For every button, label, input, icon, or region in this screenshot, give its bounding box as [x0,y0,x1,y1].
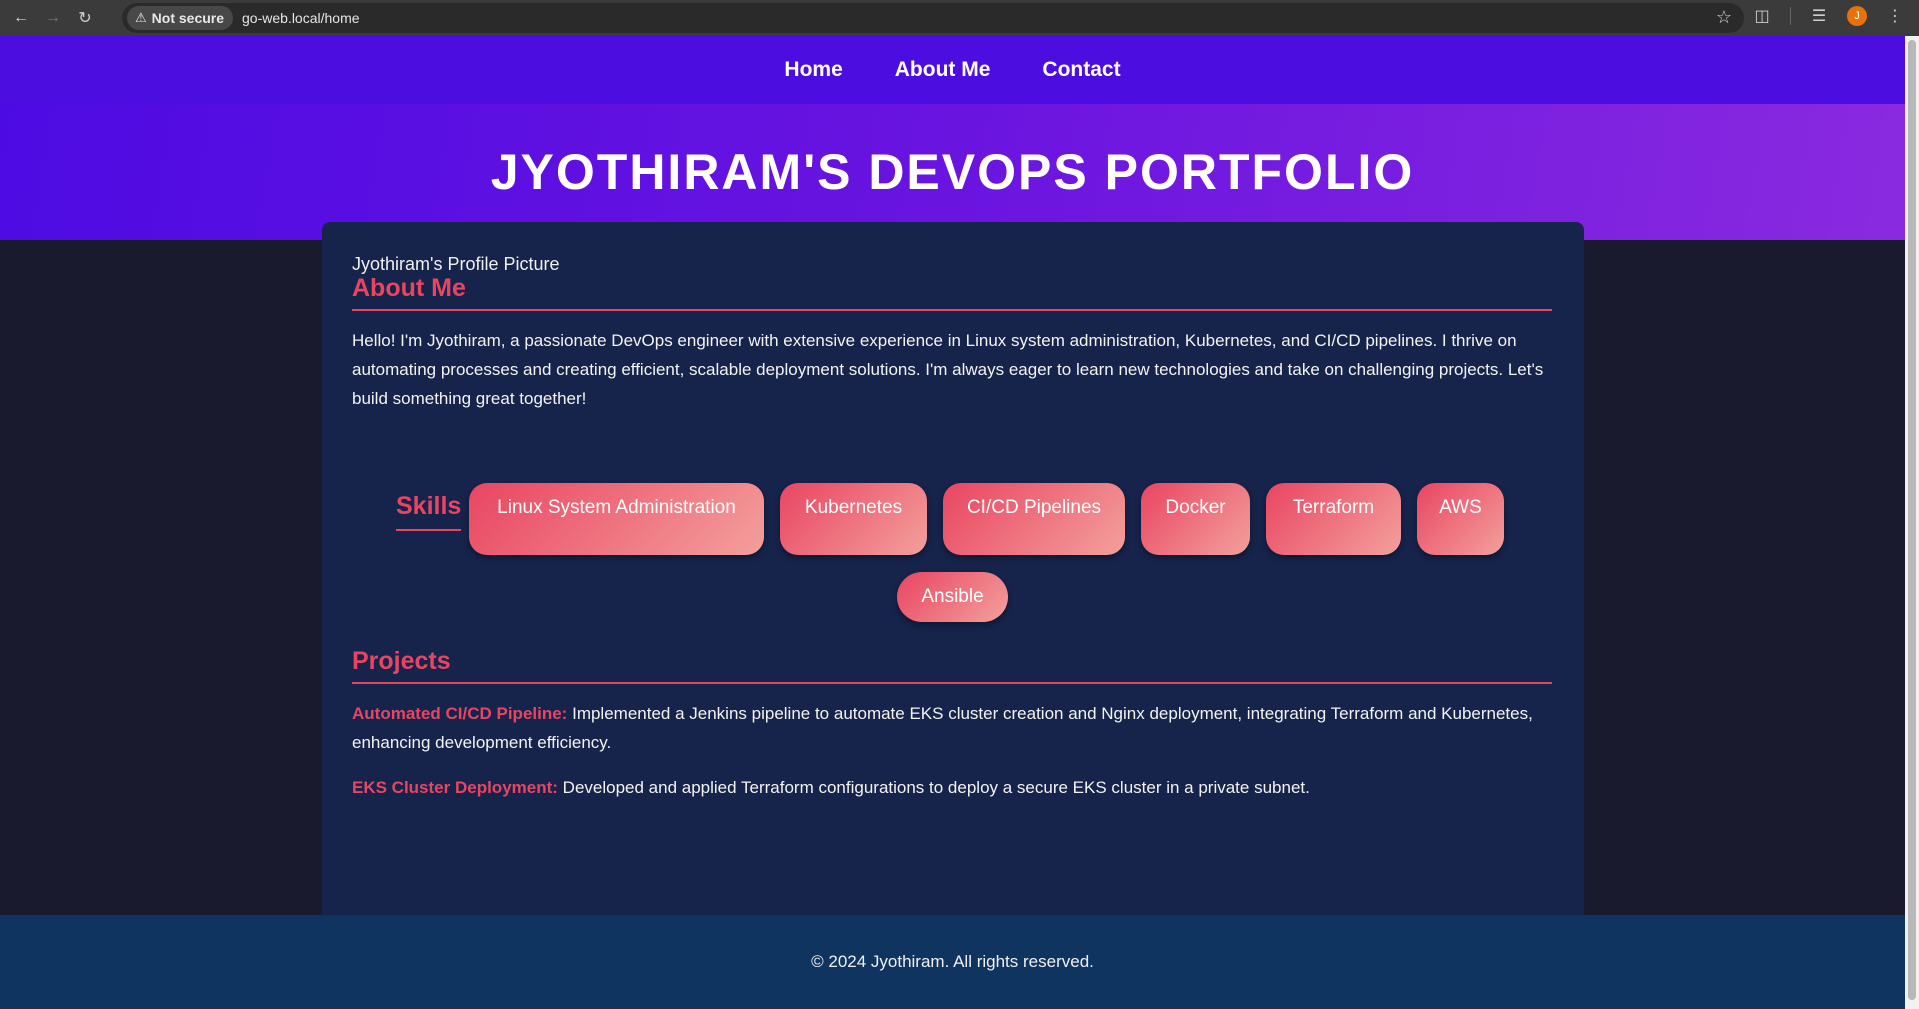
top-navigation: Home About Me Contact [0,36,1905,104]
menu-dots-icon[interactable]: ⋮ [1885,6,1905,26]
skill-chip: AWS [1417,483,1504,555]
page-viewport: Home About Me Contact JYOTHIRAM'S DEVOPS… [0,36,1905,1009]
scrollbar-thumb[interactable] [1908,40,1916,1000]
about-text: Hello! I'm Jyothiram, a passionate DevOp… [352,331,1544,408]
security-indicator[interactable]: ⚠ Not secure [127,6,234,30]
profile-picture: Jyothiram's Profile Picture [352,254,560,274]
copyright-text: © 2024 Jyothiram. All rights reserved. [811,952,1094,971]
url-text[interactable]: go-web.local/home [242,10,360,26]
browser-toolbar: ← → ↻ ⚠ Not secure go-web.local/home ☆ ◫… [0,0,1919,36]
reload-icon[interactable]: ↻ [74,7,96,29]
skill-chip: Terraform [1266,483,1401,555]
media-queue-icon[interactable]: ☰ [1809,6,1829,26]
skill-chip: CI/CD Pipelines [943,483,1125,555]
project-item: EKS Cluster Deployment: Developed and ap… [352,773,1552,802]
toolbar-divider [1790,7,1791,25]
vertical-scrollbar[interactable] [1905,36,1919,1009]
skill-chip: Kubernetes [780,483,927,555]
page-title: JYOTHIRAM'S DEVOPS PORTFOLIO [490,144,1415,200]
projects-heading: Projects [352,647,1552,684]
skill-chip: Ansible [897,572,1008,622]
skills-heading: Skills [396,492,462,531]
forward-arrow-icon[interactable]: → [42,7,64,29]
skill-chip: Docker [1141,483,1250,555]
project-item: Automated CI/CD Pipeline: Implemented a … [352,699,1552,757]
project-description: Developed and applied Terraform configur… [562,778,1310,797]
hero-banner: JYOTHIRAM'S DEVOPS PORTFOLIO [0,104,1905,240]
extensions-icon[interactable]: ◫ [1752,6,1772,26]
profile-avatar[interactable]: J [1847,6,1867,26]
security-label: Not secure [151,10,225,26]
bookmark-star-icon[interactable]: ☆ [1716,7,1732,28]
content-card: Jyothiram's Profile Picture About Me Hel… [322,222,1584,942]
back-arrow-icon[interactable]: ← [10,7,32,29]
nav-about-link[interactable]: About Me [895,58,991,82]
address-bar[interactable]: ⚠ Not secure go-web.local/home ☆ [122,3,1744,33]
project-title: EKS Cluster Deployment: [352,778,558,797]
page-footer: © 2024 Jyothiram. All rights reserved. [0,915,1905,1009]
about-heading: About Me [352,274,1552,311]
warning-icon: ⚠ [135,10,147,25]
project-title: Automated CI/CD Pipeline: [352,704,568,723]
nav-home-link[interactable]: Home [784,58,842,82]
nav-contact-link[interactable]: Contact [1042,58,1120,82]
skill-chip: Linux System Administration [469,483,764,555]
